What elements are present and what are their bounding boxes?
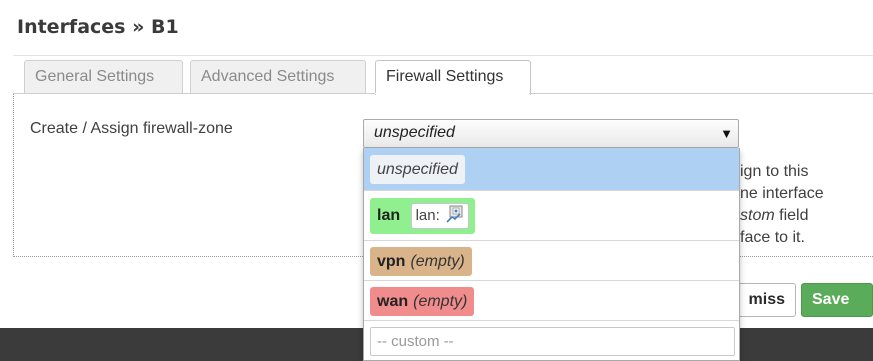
- tab-advanced-settings[interactable]: Advanced Settings: [190, 60, 366, 93]
- dropdown-option-vpn[interactable]: vpn (empty): [364, 241, 739, 281]
- select-current-value: unspecified: [374, 124, 455, 141]
- dropdown-option-unspecified[interactable]: unspecified: [364, 148, 739, 191]
- modal-title: Interfaces » B1: [17, 16, 179, 38]
- dropdown-option-custom: [364, 321, 739, 361]
- zone-name: vpn: [377, 253, 406, 270]
- zone-badge-vpn: vpn (empty): [370, 247, 472, 276]
- description-line: ne interface: [740, 185, 824, 202]
- description-line: face to it.: [740, 229, 805, 246]
- title-divider: [13, 55, 873, 56]
- zone-badge-unspecified: unspecified: [370, 155, 465, 184]
- dropdown-option-wan[interactable]: wan (empty): [364, 281, 739, 321]
- dropdown-option-lan[interactable]: lan lan:: [364, 191, 739, 241]
- top-strip: [0, 0, 873, 8]
- zone-empty-note: (empty): [413, 293, 468, 310]
- zone-name: wan: [377, 293, 409, 310]
- zone-dropdown-list: unspecified lan lan: vpn (empty) wan (empt…: [363, 148, 740, 361]
- save-button[interactable]: Save: [801, 283, 873, 317]
- tab-general-settings[interactable]: General Settings: [24, 60, 183, 93]
- network-device-icon: [446, 205, 463, 223]
- network-chip-label: lan:: [415, 206, 440, 224]
- zone-badge-wan: wan (empty): [370, 287, 475, 316]
- zone-badge-lan: lan lan:: [370, 198, 475, 234]
- description-line: ign to this: [740, 163, 809, 180]
- network-chip: lan:: [410, 202, 469, 229]
- zone-empty-note: (empty): [410, 253, 465, 270]
- description-italic: stom: [740, 207, 775, 224]
- tab-firewall-settings[interactable]: Firewall Settings: [375, 60, 531, 95]
- description-line: stom field: [740, 207, 809, 224]
- firewall-zone-select[interactable]: unspecified ▼: [363, 119, 739, 148]
- field-description: ign to this ne interface stom field face…: [740, 161, 824, 249]
- firewall-zone-label: Create / Assign firewall-zone: [30, 120, 233, 137]
- dropdown-arrow-icon[interactable]: ▼: [720, 126, 733, 141]
- custom-zone-input[interactable]: [370, 327, 735, 356]
- zone-name: lan: [377, 207, 401, 224]
